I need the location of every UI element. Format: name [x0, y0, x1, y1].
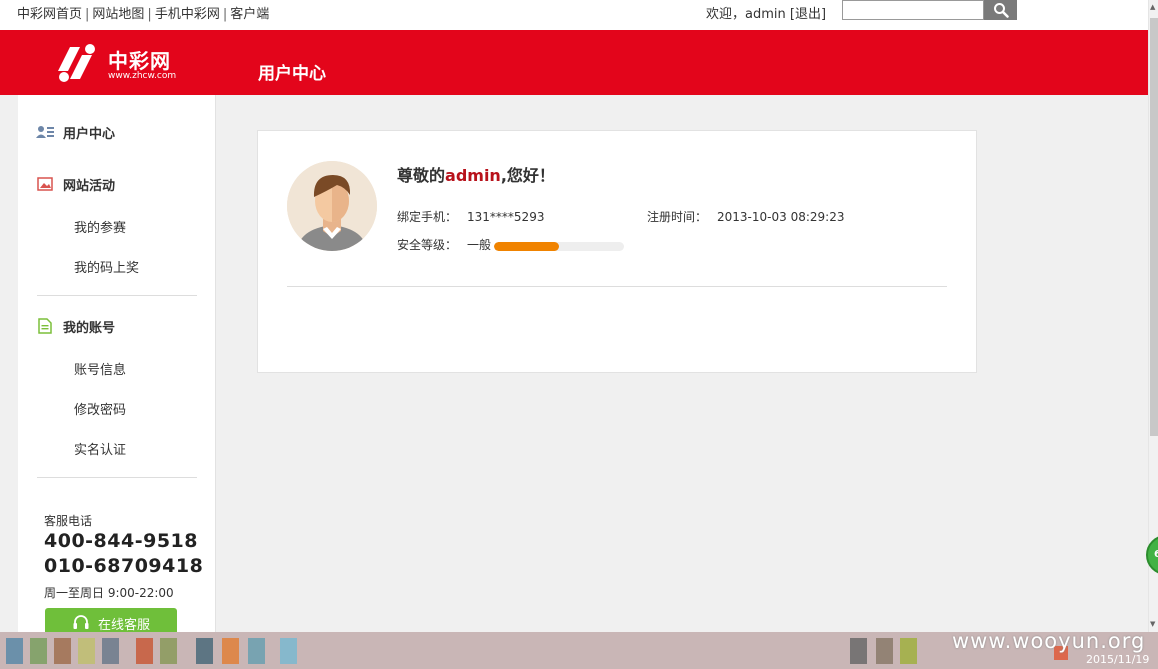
taskbar-tile[interactable] [136, 638, 153, 664]
welcome-text: 欢迎，admin [退出] [706, 3, 826, 22]
sidebar-item-activities[interactable]: 网站活动 [18, 169, 216, 199]
search-button[interactable] [984, 0, 1017, 20]
taskbar-tile[interactable] [6, 638, 23, 664]
document-icon [36, 318, 54, 334]
top-links: 中彩网首页 | 网站地图 | 手机中彩网 | 客户端 [17, 3, 269, 22]
profile-card: 尊敬的admin,您好！ 绑定手机： 131****5293 注册时间： 2013-… [257, 130, 977, 373]
separator: | [85, 7, 90, 22]
register-time-label: 注册时间： [647, 210, 708, 224]
sidebar-item-label: 用户中心 [63, 126, 116, 142]
greeting-prefix: 尊敬的 [397, 166, 446, 185]
bound-phone-label: 绑定手机： [397, 210, 458, 224]
taskbar-tile[interactable] [78, 638, 95, 664]
taskbar-tile[interactable] [900, 638, 917, 664]
taskbar-tile[interactable] [248, 638, 265, 664]
sidebar-item-my-account[interactable]: 我的账号 [18, 311, 216, 341]
scroll-down-arrow-icon[interactable]: ▼ [1150, 620, 1155, 628]
welcome-prefix: 欢迎， [706, 7, 746, 22]
sidebar-item-real-name[interactable]: 实名认证 [74, 439, 126, 458]
taskbar-tile[interactable] [876, 638, 893, 664]
sidebar-item-user-center[interactable]: 用户中心 [18, 117, 216, 147]
service-hours: 周一至周日 9:00-22:00 [44, 586, 174, 600]
bound-phone-value: 131****5293 [467, 210, 545, 224]
taskbar-tile[interactable] [30, 638, 47, 664]
service-phone-1: 400-844-9518 [44, 530, 198, 552]
sidebar-item-label: 我的账号 [63, 320, 116, 336]
link-mobile[interactable]: 手机中彩网 [155, 7, 220, 22]
top-bar: 中彩网首页 | 网站地图 | 手机中彩网 | 客户端 欢迎，admin [退出] [0, 0, 1148, 30]
link-client[interactable]: 客户端 [230, 7, 269, 22]
greeting-suffix: ,您好！ [500, 166, 555, 185]
taskbar-tile[interactable] [196, 638, 213, 664]
page-title: 用户中心 [258, 64, 326, 84]
zhcw-logo-icon [58, 44, 95, 82]
sidebar-item-label: 网站活动 [63, 178, 116, 194]
search-icon [993, 3, 1009, 18]
taskbar-tile[interactable] [160, 638, 177, 664]
picture-icon [36, 176, 54, 192]
divider [37, 295, 197, 296]
divider [37, 477, 197, 478]
greeting-name: admin [445, 166, 501, 185]
search-input[interactable] [842, 0, 984, 20]
taskbar-date: 2015/11/19 [1086, 653, 1150, 666]
taskbar-tile[interactable] [280, 638, 297, 664]
user-list-icon [36, 124, 54, 140]
scroll-up-arrow-icon[interactable]: ▲ [1150, 3, 1155, 11]
sidebar-item-account-info[interactable]: 账号信息 [74, 359, 126, 378]
service-phone-2: 010-68709418 [44, 555, 204, 577]
online-service-label: 在线客服 [97, 617, 150, 633]
logo-text: 中彩网 [108, 49, 171, 73]
register-time-value: 2013-10-03 08:29:23 [717, 210, 845, 224]
taskbar-tile[interactable] [54, 638, 71, 664]
site-logo[interactable]: 中彩网 www.zhcw.com [50, 41, 190, 85]
security-meter [494, 242, 624, 251]
bound-phone: 绑定手机： 131****5293 [397, 208, 544, 225]
security-level-value: 一般 [467, 238, 492, 252]
welcome-username: admin [745, 7, 786, 22]
headset-icon [72, 614, 90, 632]
separator: | [222, 7, 228, 22]
scroll-thumb[interactable] [1150, 18, 1158, 436]
taskbar-tile[interactable] [222, 638, 239, 664]
sidebar-item-change-password[interactable]: 修改密码 [74, 399, 126, 418]
logo-url: www.zhcw.com [108, 71, 177, 81]
watermark: www.wooyun.org [952, 629, 1146, 653]
divider [287, 286, 947, 287]
site-header: 中彩网 www.zhcw.com 用户中心 [0, 30, 1148, 95]
link-home[interactable]: 中彩网首页 [17, 7, 82, 22]
separator: | [147, 7, 152, 22]
avatar [287, 161, 377, 251]
sidebar: 用户中心 网站活动 我的参赛 我的码上奖 我的账号 账号信息 修改密码 实名认证… [18, 95, 216, 638]
user-avatar-icon [287, 161, 377, 251]
sidebar-item-my-contests[interactable]: 我的参赛 [74, 217, 126, 236]
security-level: 安全等级： 一般 [397, 236, 491, 253]
link-sitemap[interactable]: 网站地图 [92, 7, 144, 22]
greeting: 尊敬的admin,您好！ [397, 162, 555, 186]
taskbar-tile[interactable] [850, 638, 867, 664]
sidebar-item-my-code-prize[interactable]: 我的码上奖 [74, 257, 139, 276]
security-level-label: 安全等级： [397, 238, 458, 252]
register-time: 注册时间： 2013-10-03 08:29:23 [647, 208, 844, 225]
taskbar-tile[interactable] [102, 638, 119, 664]
logout-link[interactable]: [退出] [790, 7, 826, 22]
security-meter-fill [494, 242, 559, 251]
service-phone-label: 客服电话 [44, 514, 93, 528]
